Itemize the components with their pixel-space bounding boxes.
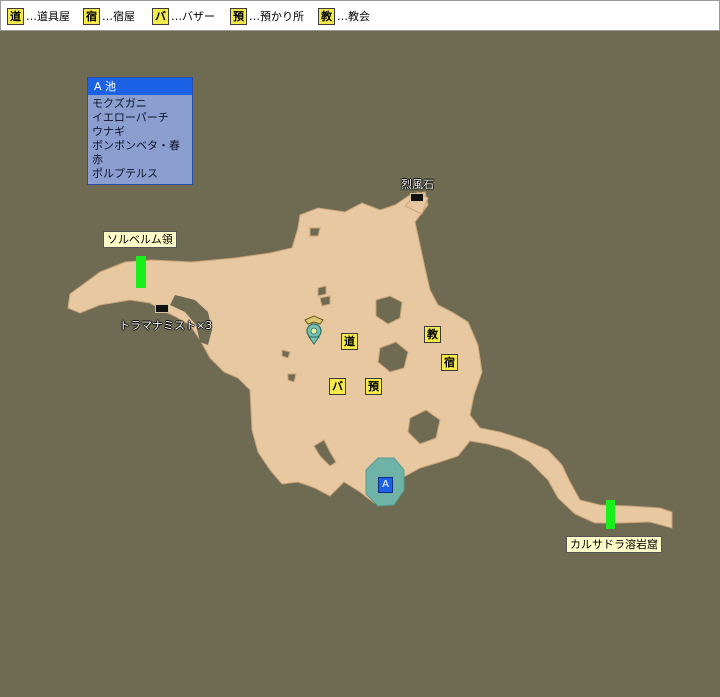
east-exit-label: カルサドラ溶岩窟 (566, 536, 662, 553)
inn-badge: 宿 (83, 7, 100, 25)
rock-island (319, 295, 331, 307)
storage-icon[interactable]: 預 (365, 378, 382, 395)
item-west-label: トラマナミスト×3 (119, 319, 213, 332)
fish-item: ポルプテルス (92, 167, 158, 180)
legend-label: …宿屋 (102, 10, 135, 23)
bazaar-icon[interactable]: バ (329, 378, 346, 395)
item-shop-icon[interactable]: 道 (341, 333, 358, 350)
legend-item-church: 教 …教会 (318, 7, 370, 25)
bazaar-badge: バ (152, 7, 169, 25)
item-shop-badge: 道 (7, 7, 24, 25)
legend-item-shop: 道 …道具屋 (7, 7, 70, 25)
player-position-icon (304, 315, 324, 345)
pond-info-panel: A 池 モクズガニ イエローパーチ ウナギ ボンボンベタ・春赤 ポルプテルス (87, 77, 193, 185)
legend-item-inn: 宿 …宿屋 (83, 7, 135, 25)
fish-item: ボンボンベタ・春赤 (92, 139, 180, 166)
west-exit-marker[interactable] (136, 256, 146, 288)
east-exit-marker[interactable] (606, 500, 615, 529)
fish-item: モクズガニ (92, 97, 147, 110)
inn-icon[interactable]: 宿 (441, 354, 458, 371)
storage-badge: 預 (230, 7, 247, 25)
church-badge: 教 (318, 7, 335, 25)
pond-title: A 池 (88, 78, 192, 95)
rock-island (317, 285, 327, 297)
rock-island (281, 349, 291, 359)
rock-island (309, 227, 321, 237)
fish-item: ウナギ (92, 125, 125, 138)
item-north-label: 烈風石 (401, 178, 434, 191)
fish-item: イエローパーチ (92, 111, 169, 124)
map-stage: 道 …道具屋 宿 …宿屋 バ …バザー 預 …預かり所 教 …教会 ソルベルム領… (0, 0, 720, 697)
legend-label: …道具屋 (26, 10, 70, 23)
treasure-chest-icon[interactable] (155, 304, 169, 313)
legend-item-bazaar: バ …バザー (152, 7, 215, 25)
legend-label: …教会 (337, 10, 370, 23)
legend-label: …預かり所 (249, 10, 304, 23)
rock-island (287, 373, 297, 383)
legend-bar: 道 …道具屋 宿 …宿屋 バ …バザー 預 …預かり所 教 …教会 (0, 0, 720, 31)
pond-marker[interactable]: A (378, 477, 393, 493)
west-exit-label: ソルベルム領 (103, 231, 177, 248)
legend-label: …バザー (171, 10, 215, 23)
fish-list: モクズガニ イエローパーチ ウナギ ボンボンベタ・春赤 ポルプテルス (88, 95, 192, 184)
treasure-chest-icon[interactable] (410, 193, 424, 202)
legend-item-storage: 預 …預かり所 (230, 7, 304, 25)
church-icon[interactable]: 教 (424, 326, 441, 343)
